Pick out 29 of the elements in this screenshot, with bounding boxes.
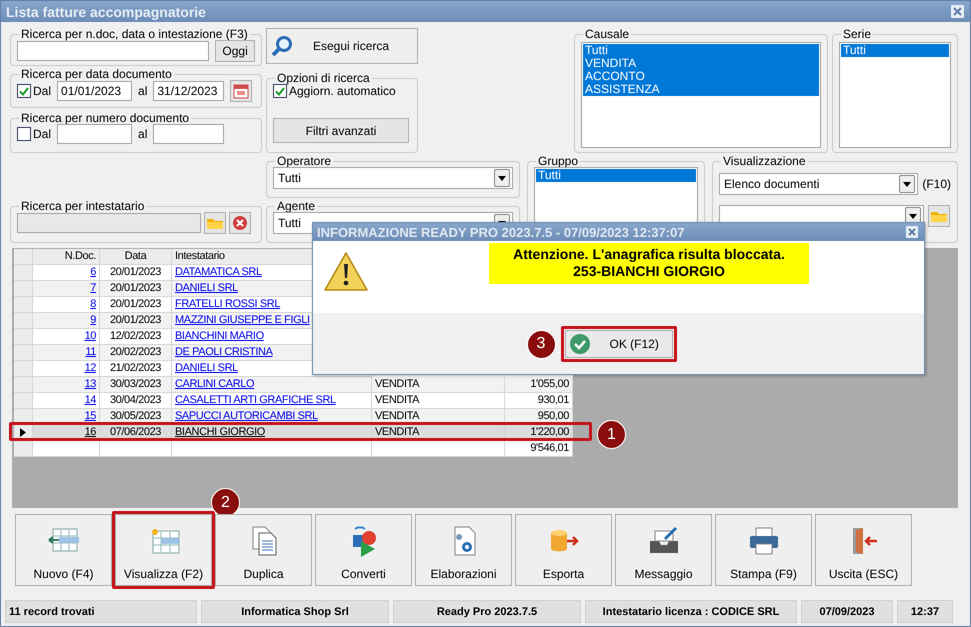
total-cell: 9'546,01: [505, 441, 573, 457]
shortcut-label: (F10): [922, 177, 951, 191]
group-label: Causale: [584, 28, 630, 40]
status-panel: 07/09/2023: [801, 600, 893, 623]
field-label: al: [138, 84, 148, 98]
step-badge: 1: [597, 420, 626, 449]
checkbox-label: Aggiorn. automatico: [289, 84, 396, 98]
step-badge: 3: [526, 330, 556, 358]
field-label: al: [138, 127, 148, 141]
checkbox-label: Dal: [33, 127, 52, 141]
group-label: Ricerca per data documento: [20, 68, 173, 80]
message-detail: 253-BIANCHI GIORGIO: [573, 263, 725, 280]
status-panel: Ready Pro 2023.7.5: [393, 600, 581, 623]
group-label: Ricerca per n.doc, data o intestazione (F3): [20, 28, 249, 40]
status-panel: Informatica Shop Srl: [201, 600, 389, 623]
group-label: Ricerca per numero documento: [20, 112, 190, 124]
group-label: Agente: [276, 200, 316, 212]
group-label: Operatore: [276, 155, 332, 167]
group-label: Visualizzazione: [722, 155, 806, 167]
group-label: Ricerca per intestatario: [20, 200, 146, 212]
message-text: Attenzione. L'anagrafica risulta bloccata.: [513, 246, 785, 263]
group-label: Gruppo: [537, 155, 580, 167]
status-panel: Intestatario licenza : CODICE SRL: [585, 600, 797, 623]
checkbox-label: Dal: [33, 84, 52, 98]
group-label: Opzioni di ricerca: [276, 72, 371, 84]
group-label: Serie: [842, 28, 872, 40]
status-panel: 11 record trovati: [5, 600, 197, 623]
window-title: Lista fatture accompagnatorie: [6, 4, 206, 20]
status-panel: 12:37: [897, 600, 953, 623]
